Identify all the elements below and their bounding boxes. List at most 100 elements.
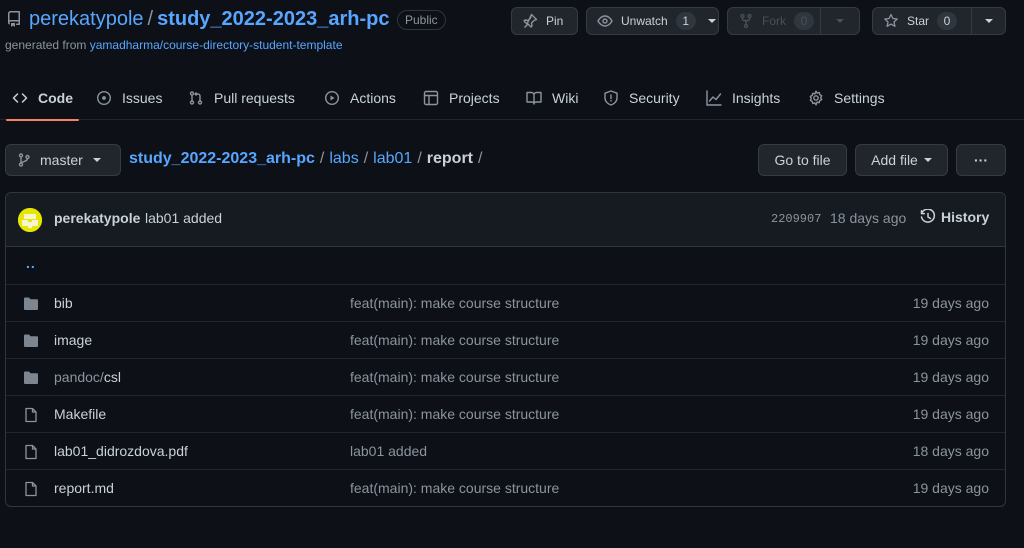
latest-commit-bar: perekatypole lab01 added 2209907 18 days… [6,193,1005,247]
breadcrumb-repo-link[interactable]: study_2022-2023_arh-pc [129,150,315,167]
file-name-link[interactable]: lab01_didrozdova.pdf [54,443,188,459]
breadcrumb-separator: / [478,150,483,167]
tab-security-label: Security [629,90,680,106]
generated-from-note: generated from yamadharma/course-directo… [5,38,343,52]
commit-message-link[interactable]: lab01 added [145,210,222,226]
repo-owner-link[interactable]: perekatypole [29,8,144,30]
branch-icon [16,152,32,168]
file-icon [23,481,39,497]
file-name-link[interactable]: pandoc/csl [54,369,121,385]
table-row[interactable]: image feat(main): make course structure … [6,321,1005,358]
star-label: Star [907,14,930,28]
file-list-box: perekatypole lab01 added 2209907 18 days… [5,192,1006,507]
folder-icon [23,370,39,386]
pull-request-icon [188,90,204,106]
breadcrumb-lab01-link[interactable]: lab01 [373,150,412,167]
file-commit-message-link[interactable]: feat(main): make course structure [350,332,559,348]
parent-dir-row[interactable]: .. [6,247,1005,284]
branch-select-button[interactable]: master [5,144,121,176]
table-row[interactable]: lab01_didrozdova.pdf lab01 added 18 days… [6,432,1005,469]
file-name-link[interactable]: image [54,332,92,348]
file-age: 19 days ago [912,369,989,385]
folder-icon [23,296,39,312]
unwatch-label: Unwatch [621,14,668,28]
star-icon [883,13,899,29]
pin-label: Pin [546,14,564,28]
table-row[interactable]: bib feat(main): make course structure 19… [6,284,1005,321]
tab-actions[interactable]: Actions [324,76,396,120]
fork-button[interactable]: Fork 0 [727,7,821,35]
go-to-file-button[interactable]: Go to file [758,144,847,176]
file-commit-message-link[interactable]: feat(main): make course structure [350,295,559,311]
shield-icon [603,90,619,106]
file-commit-message-link[interactable]: feat(main): make course structure [350,480,559,496]
file-age: 18 days ago [912,443,989,459]
file-icon [23,407,39,423]
fork-dropdown-button[interactable] [820,7,860,35]
visibility-badge: Public [397,10,446,30]
pin-button[interactable]: Pin [511,7,578,35]
more-options-button[interactable]: ··· [956,144,1006,176]
history-link[interactable]: History [920,209,989,225]
fork-caret-icon [836,19,844,23]
commit-sha-link[interactable]: 2209907 [771,212,821,226]
star-caret-icon [984,19,993,23]
generated-from-label: generated from [5,38,90,52]
breadcrumb-labs-link[interactable]: labs [329,150,358,167]
file-age: 19 days ago [912,480,989,496]
tab-wiki-label: Wiki [552,90,579,106]
breadcrumb-separator: / [319,150,325,167]
add-file-button[interactable]: Add file [855,144,948,176]
go-to-file-label: Go to file [774,152,831,168]
unwatch-button[interactable]: Unwatch 1 [586,7,719,35]
tab-insights[interactable]: Insights [706,76,780,120]
watch-caret-icon [707,19,716,23]
tab-security[interactable]: Security [603,76,680,120]
file-commit-message-link[interactable]: lab01 added [350,443,427,459]
file-name-link[interactable]: Makefile [54,406,106,422]
repo-icon [6,11,22,27]
file-icon [23,444,39,460]
repo-title: perekatypole / study_2022-2023_arh-pc [29,6,389,32]
repo-name-link[interactable]: study_2022-2023_arh-pc [157,8,389,30]
tab-insights-label: Insights [732,90,781,106]
graph-icon [706,90,722,106]
template-link[interactable]: yamadharma/course-directory-student-temp… [90,38,343,52]
tab-issues[interactable]: Issues [96,76,162,120]
add-file-label: Add file [871,152,918,168]
fork-label: Fork [762,14,786,28]
gear-icon [808,90,824,106]
book-icon [526,90,542,106]
tab-pull-requests-label: Pull requests [214,90,295,106]
tab-issues-label: Issues [122,90,163,106]
repo-nav: Code Issues Pull requests Actions Projec… [0,76,1024,121]
tab-actions-label: Actions [350,90,396,106]
avatar[interactable] [18,208,42,232]
file-name-link[interactable]: bib [54,295,73,311]
breadcrumb-separator: / [417,150,422,167]
file-age: 19 days ago [912,332,989,348]
tab-pull-requests[interactable]: Pull requests [188,76,295,120]
table-icon [423,90,439,106]
parent-dir-link[interactable]: .. [26,255,36,271]
star-button[interactable]: Star 0 [872,7,972,35]
code-icon [12,90,28,106]
table-row[interactable]: pandoc/csl feat(main): make course struc… [6,358,1005,395]
tab-projects-label: Projects [449,90,500,106]
tab-code-label: Code [38,90,73,106]
issue-icon [96,90,112,106]
file-name-link[interactable]: report.md [54,480,114,496]
file-age: 19 days ago [912,295,989,311]
history-icon [920,209,936,225]
star-dropdown-button[interactable] [971,7,1006,35]
tab-settings[interactable]: Settings [808,76,885,120]
tab-wiki[interactable]: Wiki [526,76,578,120]
table-row[interactable]: Makefile feat(main): make course structu… [6,395,1005,432]
file-commit-message-link[interactable]: feat(main): make course structure [350,406,559,422]
file-commit-message-link[interactable]: feat(main): make course structure [350,369,559,385]
tab-settings-label: Settings [834,90,885,106]
tab-projects[interactable]: Projects [423,76,500,120]
table-row[interactable]: report.md feat(main): make course struct… [6,469,1005,506]
commit-author-link[interactable]: perekatypole [54,210,140,226]
tab-code[interactable]: Code [6,76,79,121]
